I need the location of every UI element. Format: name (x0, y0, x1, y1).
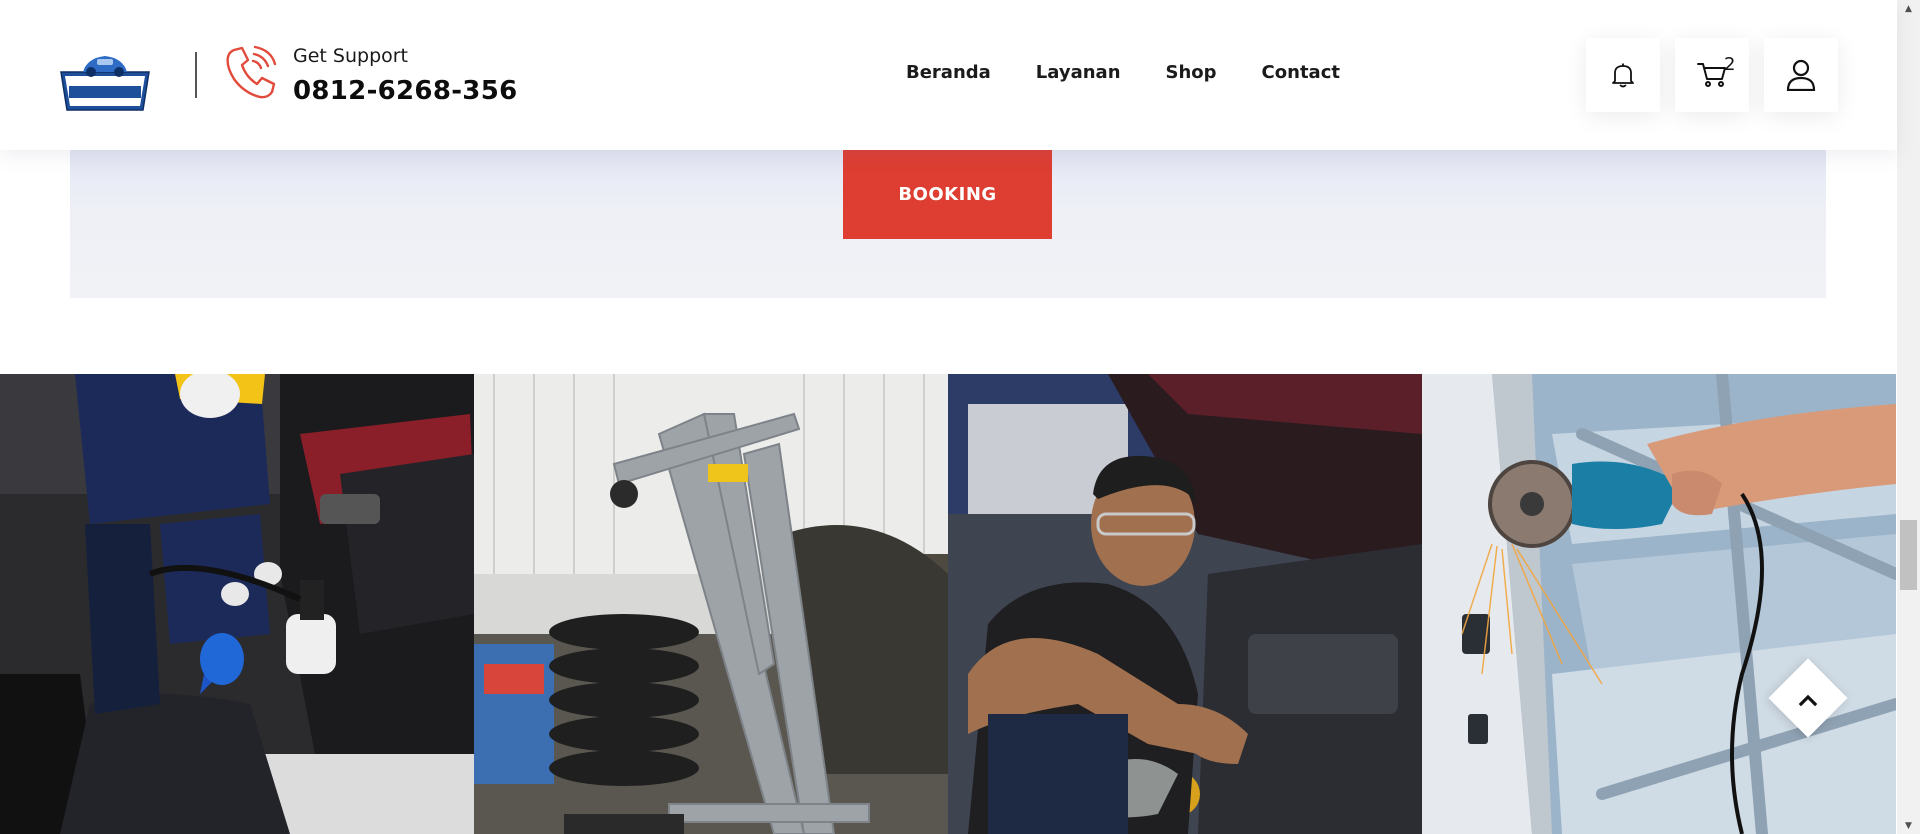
car-interior-sanitizing-photo (0, 374, 474, 834)
main-nav: Beranda Layanan Shop Contact (906, 62, 1385, 83)
scroll-up-arrow-icon[interactable]: ▲ (1900, 0, 1917, 17)
support-label: Get Support (293, 45, 409, 67)
page-scrollbar[interactable] (1897, 0, 1920, 834)
site-header: Get Support 0812-6268-356 Beranda Layana… (0, 0, 1897, 150)
nav-item-shop[interactable]: Shop (1166, 62, 1217, 83)
scroll-thumb[interactable] (1900, 520, 1917, 590)
booking-button[interactable]: BOOKING (843, 150, 1052, 239)
logo[interactable] (57, 50, 153, 118)
angle-grinder-bodywork-photo (1422, 374, 1896, 834)
service-gallery (0, 374, 1896, 834)
nav-item-beranda[interactable]: Beranda (906, 62, 991, 83)
support-phone-number[interactable]: 0812-6268-356 (293, 76, 517, 106)
nav-item-layanan[interactable]: Layanan (1036, 62, 1121, 83)
cart-button[interactable] (1675, 38, 1749, 112)
bell-icon (1612, 63, 1634, 88)
mechanic-engine-repair-photo (948, 374, 1422, 834)
cart-icon (1697, 63, 1726, 87)
header-divider (195, 52, 197, 98)
account-button[interactable] (1764, 38, 1838, 112)
nav-item-contact[interactable]: Contact (1262, 62, 1340, 83)
cart-count-badge: 2 (1724, 54, 1736, 75)
user-icon (1786, 59, 1816, 91)
notifications-button[interactable] (1586, 38, 1660, 112)
scroll-down-arrow-icon[interactable]: ▼ (1900, 817, 1917, 834)
phone-icon (224, 44, 280, 102)
engine-crane-workshop-photo (474, 374, 948, 834)
